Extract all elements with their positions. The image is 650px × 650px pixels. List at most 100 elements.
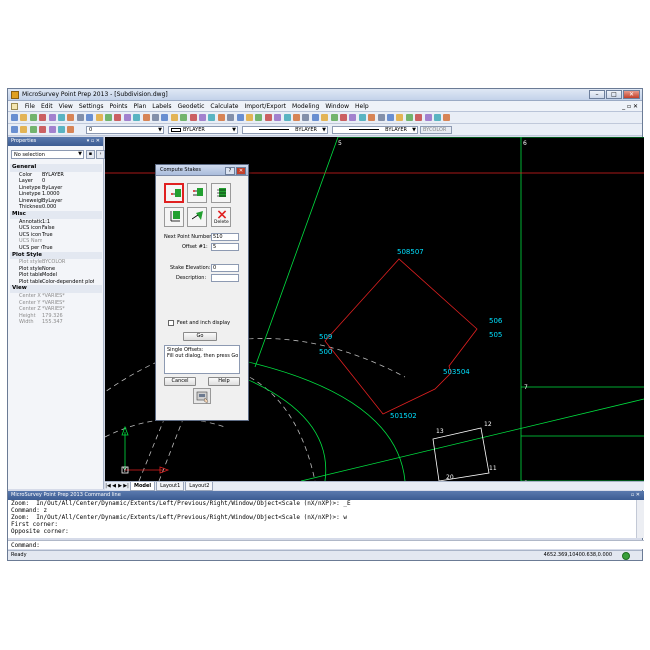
toolbar-tool-icon[interactable] <box>246 114 253 121</box>
toolbar-tool-icon[interactable] <box>340 114 347 121</box>
toolbar-tool-icon[interactable] <box>20 126 28 133</box>
toolbar-tool-icon[interactable] <box>434 114 441 121</box>
offset-field[interactable]: 5 <box>211 243 239 251</box>
toolbar-tool-icon[interactable] <box>283 114 291 121</box>
go-button[interactable]: Go <box>183 332 217 341</box>
property-section-header[interactable]: General <box>10 164 102 172</box>
menu-modeling[interactable]: Modeling <box>289 101 322 110</box>
property-row[interactable]: Center X*VARIES* <box>10 293 102 300</box>
toolbar-tool-icon[interactable] <box>86 114 94 121</box>
menu-geodetic[interactable]: Geodetic <box>175 101 208 110</box>
menu-window[interactable]: Window <box>322 101 352 110</box>
property-section-header[interactable]: Plot Style <box>10 251 102 260</box>
toolbar-tool-icon[interactable] <box>236 114 244 121</box>
linetype-combo[interactable]: BYLAYER ▼ <box>242 126 328 134</box>
property-row[interactable]: UCS icon OnTrue <box>10 232 102 239</box>
toolbar-tool-icon[interactable] <box>180 114 188 121</box>
property-row[interactable]: Width 155.347 <box>10 319 102 326</box>
dialog-close-button[interactable]: ✕ <box>236 167 246 175</box>
toolbar-tool-icon[interactable] <box>170 114 178 121</box>
menu-labels[interactable]: Labels <box>149 101 174 110</box>
single-offset-button[interactable] <box>164 183 184 203</box>
toolbar-tool-icon[interactable] <box>396 114 404 121</box>
toolbar-tool-icon[interactable] <box>95 114 103 121</box>
feet-inch-checkbox[interactable] <box>168 320 174 326</box>
toolbar-tool-icon[interactable] <box>274 114 282 121</box>
toolbar-tool-icon[interactable] <box>227 114 235 121</box>
property-row[interactable]: Plot style tablNone <box>10 266 102 273</box>
stake-elevation-field[interactable]: 0 <box>211 264 239 272</box>
selection-dropdown[interactable]: No selection ▼ <box>11 150 84 159</box>
toolbar-tool-icon[interactable] <box>39 126 47 133</box>
menu-help[interactable]: Help <box>352 101 372 110</box>
toolbar-tool-icon[interactable] <box>58 126 65 133</box>
quick-select-button[interactable]: ▪ <box>86 150 95 159</box>
toolbar-tool-icon[interactable] <box>161 114 169 121</box>
toolbar-tool-icon[interactable] <box>208 114 216 121</box>
plotstyle-combo[interactable]: BYCOLOR <box>420 126 452 134</box>
double-offset-button[interactable] <box>187 183 207 203</box>
toolbar-tool-icon[interactable] <box>349 114 357 121</box>
command-scrollbar[interactable] <box>636 500 644 538</box>
delete-button[interactable]: Delete <box>211 207 231 227</box>
property-row[interactable]: Thickness0.000 <box>10 204 102 211</box>
property-row[interactable]: Layer 0 <box>10 178 102 185</box>
property-row[interactable]: Plot styleBYCOLOR <box>10 259 102 266</box>
toolbar-tool-icon[interactable] <box>58 114 65 121</box>
toolbar-tool-icon[interactable] <box>152 114 159 121</box>
toolbar-tool-icon[interactable] <box>264 114 272 121</box>
toolbar-tool-icon[interactable] <box>387 114 394 121</box>
toolbar-tool-icon[interactable] <box>217 114 225 121</box>
property-row[interactable]: UCS icon at oFalse <box>10 225 102 232</box>
toolbar-tool-icon[interactable] <box>142 114 150 121</box>
toolbar-tool-icon[interactable] <box>293 114 300 121</box>
toolbar-tool-icon[interactable] <box>105 114 112 121</box>
toolbar-tool-icon[interactable] <box>11 126 18 133</box>
toolbar-tool-icon[interactable] <box>76 114 84 121</box>
toolbar-tool-icon[interactable] <box>321 114 329 121</box>
toolbar-tool-icon[interactable] <box>11 114 18 121</box>
menu-calculate[interactable]: Calculate <box>207 101 241 110</box>
toolbar-tool-icon[interactable] <box>20 114 28 121</box>
mdi-controls[interactable]: _ ▫ ✕ <box>622 103 638 110</box>
corner-offset-button[interactable] <box>164 207 184 227</box>
property-row[interactable]: Center Y *VARIES* <box>10 300 102 307</box>
property-row[interactable]: Height 179.326 <box>10 313 102 320</box>
property-section-header[interactable]: Misc <box>10 211 102 219</box>
menu-import-export[interactable]: Import/Export <box>241 101 289 110</box>
lineweight-combo[interactable]: BYLAYER ▼ <box>332 126 418 134</box>
property-row[interactable]: Color BYLAYER <box>10 172 102 179</box>
layer-combo[interactable]: 0 ▼ <box>86 126 164 134</box>
toolbar-tool-icon[interactable] <box>123 114 131 121</box>
next-point-field[interactable]: 510 <box>211 233 239 241</box>
toolbar-tool-icon[interactable] <box>133 114 141 121</box>
select-objects-button[interactable]: › <box>96 150 105 159</box>
toolbar-tool-icon[interactable] <box>368 114 376 121</box>
toolbar-tool-icon[interactable] <box>415 114 423 121</box>
toolbar-tool-icon[interactable] <box>424 114 432 121</box>
cancel-button[interactable]: Cancel <box>164 377 196 386</box>
property-row[interactable]: UCS per viewTrue <box>10 245 102 252</box>
stake-device-icon[interactable] <box>193 388 211 404</box>
toolbar-tool-icon[interactable] <box>405 114 413 121</box>
toolbar-tool-icon[interactable] <box>114 114 122 121</box>
menu-plan[interactable]: Plan <box>130 101 149 110</box>
property-row[interactable]: Linetype scale1.0000 <box>10 191 102 198</box>
toolbar-tool-icon[interactable] <box>311 114 319 121</box>
panel-buttons[interactable]: ▾ ▫ ✕ <box>87 138 100 144</box>
help-button[interactable]: Help <box>208 377 240 386</box>
toolbar-tool-icon[interactable] <box>39 114 47 121</box>
property-row[interactable]: Plot table typColor-dependent plot <box>10 279 102 286</box>
toolbar-tool-icon[interactable] <box>67 126 75 133</box>
toolbar-tool-icon[interactable] <box>199 114 206 121</box>
toolbar-tool-icon[interactable] <box>443 114 451 121</box>
menu-points[interactable]: Points <box>106 101 130 110</box>
toolbar-tool-icon[interactable] <box>48 114 56 121</box>
description-field[interactable] <box>211 274 239 282</box>
property-row[interactable]: Plot table attaModel <box>10 272 102 279</box>
menu-settings[interactable]: Settings <box>76 101 107 110</box>
menu-file[interactable]: File <box>22 101 38 110</box>
menu-edit[interactable]: Edit <box>38 101 56 110</box>
toolbar-tool-icon[interactable] <box>189 114 197 121</box>
toolbar-tool-icon[interactable] <box>358 114 366 121</box>
